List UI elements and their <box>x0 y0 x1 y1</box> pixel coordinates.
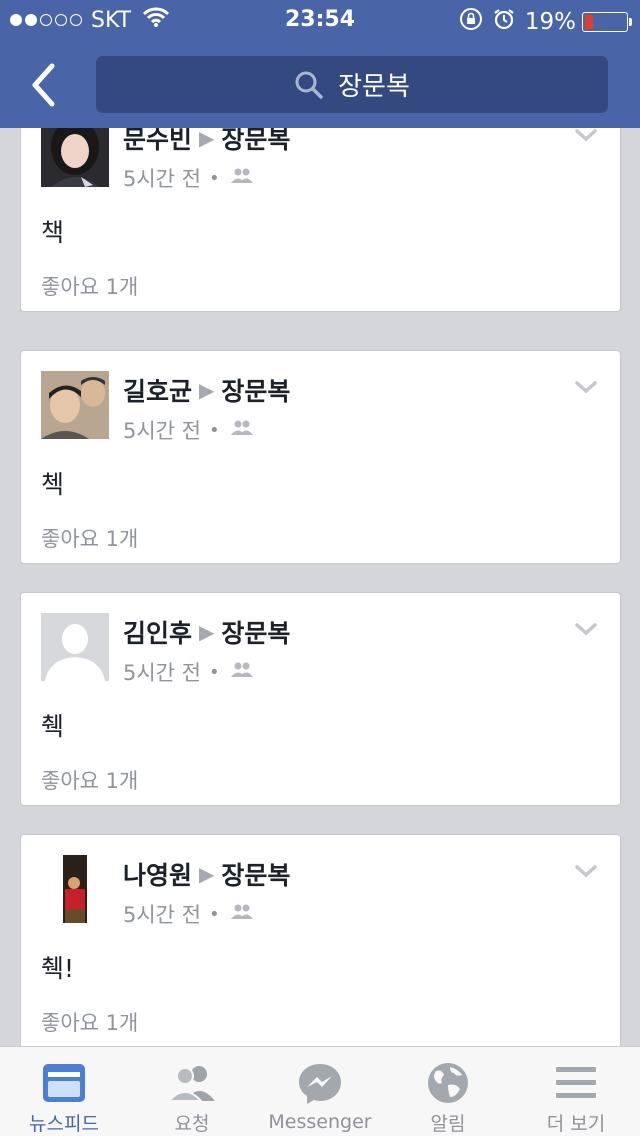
tab-requests[interactable]: 요청 <box>128 1047 256 1136</box>
battery-percent: 19% <box>524 9 576 35</box>
likes-count[interactable]: 좋아요 1개 <box>41 765 138 795</box>
post-time[interactable]: 5시간 전 <box>123 899 201 929</box>
post-options-chevron-icon[interactable] <box>574 379 598 399</box>
search-bar[interactable]: 장문복 <box>96 56 608 113</box>
author-name[interactable]: 나영원 <box>123 856 192 892</box>
likes-count[interactable]: 좋아요 1개 <box>41 523 138 553</box>
target-name[interactable]: 장문복 <box>221 128 290 156</box>
status-right: 19% <box>459 7 632 37</box>
post-header: 김인후 ▶ 장문복 <box>123 614 290 650</box>
author-name[interactable]: 길호균 <box>123 372 192 408</box>
post-meta: 5시간 전 • <box>123 163 254 193</box>
battery-icon <box>582 12 632 32</box>
friends-audience-icon <box>230 902 254 926</box>
tab-more[interactable]: 더 보기 <box>512 1047 640 1136</box>
menu-icon <box>555 1061 597 1105</box>
post-meta: 5시간 전 • <box>123 415 254 445</box>
arrow-right-icon: ▶ <box>199 128 215 150</box>
friends-audience-icon <box>230 660 254 684</box>
target-name[interactable]: 장문복 <box>221 856 290 892</box>
friends-audience-icon <box>230 166 254 190</box>
likes-count[interactable]: 좋아요 1개 <box>41 271 138 301</box>
feed-post: 나영원 ▶ 장문복 5시간 전 • 췍! 좋아요 1개 <box>20 834 621 1046</box>
tab-label: Messenger <box>268 1111 372 1133</box>
rotation-lock-icon <box>459 7 483 37</box>
search-icon <box>294 70 324 100</box>
post-meta: 5시간 전 • <box>123 899 254 929</box>
separator-dot: • <box>209 661 220 683</box>
default-silhouette-avatar[interactable] <box>41 613 109 681</box>
post-time[interactable]: 5시간 전 <box>123 415 201 445</box>
post-text: 췍 <box>41 712 65 741</box>
post-text: 첵 <box>41 470 65 499</box>
author-name[interactable]: 문수빈 <box>123 128 192 156</box>
post-text: 췍! <box>41 954 75 983</box>
tab-news-feed[interactable]: 뉴스피드 <box>0 1047 128 1136</box>
tab-notifications[interactable]: 알림 <box>384 1047 512 1136</box>
status-bar: SKT 23:54 19% <box>0 0 640 40</box>
feed-post: 김인후 ▶ 장문복 5시간 전 • 췍 좋아요 1개 <box>20 592 621 806</box>
profile-picture-avatar[interactable] <box>41 371 109 439</box>
messenger-icon <box>297 1061 343 1107</box>
separator-dot: • <box>209 167 220 189</box>
news-feed[interactable]: 문수빈 ▶ 장문복 5시간 전 • 책 좋아요 1개 길호균 ▶ 장문복 5시간… <box>0 128 640 1046</box>
search-query: 장문복 <box>338 72 410 102</box>
profile-picture-avatar[interactable] <box>41 855 109 923</box>
tab-label: 더 보기 <box>546 1113 606 1135</box>
arrow-right-icon: ▶ <box>199 862 215 886</box>
arrow-right-icon: ▶ <box>199 620 215 644</box>
profile-picture-avatar[interactable] <box>41 128 109 187</box>
likes-count[interactable]: 좋아요 1개 <box>41 1007 138 1037</box>
target-name[interactable]: 장문복 <box>221 614 290 650</box>
post-header: 나영원 ▶ 장문복 <box>123 856 290 892</box>
top-navigation-bar: SKT 23:54 19% 장문복 <box>0 0 640 128</box>
friend-requests-icon <box>167 1061 217 1105</box>
arrow-right-icon: ▶ <box>199 378 215 402</box>
tab-label: 뉴스피드 <box>29 1113 99 1135</box>
feed-post: 길호균 ▶ 장문복 5시간 전 • 첵 좋아요 1개 <box>20 350 621 564</box>
alarm-clock-icon <box>493 8 515 36</box>
tab-label: 요청 <box>174 1113 210 1135</box>
post-header: 길호균 ▶ 장문복 <box>123 372 290 408</box>
friends-audience-icon <box>230 418 254 442</box>
post-time[interactable]: 5시간 전 <box>123 163 201 193</box>
tab-messenger[interactable]: Messenger <box>256 1047 384 1136</box>
post-time[interactable]: 5시간 전 <box>123 657 201 687</box>
post-options-chevron-icon[interactable] <box>574 128 598 147</box>
battery-level-fill <box>585 15 593 29</box>
separator-dot: • <box>209 903 220 925</box>
post-options-chevron-icon[interactable] <box>574 621 598 641</box>
target-name[interactable]: 장문복 <box>221 372 290 408</box>
post-text: 책 <box>41 218 65 247</box>
bottom-tab-bar: 뉴스피드 요청 Messenger 알림 더 보기 <box>0 1046 640 1136</box>
globe-icon <box>426 1061 470 1105</box>
post-options-chevron-icon[interactable] <box>574 863 598 883</box>
chevron-left-icon <box>32 63 55 107</box>
feed-post: 문수빈 ▶ 장문복 5시간 전 • 책 좋아요 1개 <box>20 128 621 312</box>
tab-label: 알림 <box>430 1113 466 1135</box>
separator-dot: • <box>209 419 220 441</box>
author-name[interactable]: 김인후 <box>123 614 192 650</box>
news-feed-icon <box>42 1061 86 1105</box>
back-button[interactable] <box>20 60 70 110</box>
post-meta: 5시간 전 • <box>123 657 254 687</box>
post-header: 문수빈 ▶ 장문복 <box>123 128 290 156</box>
